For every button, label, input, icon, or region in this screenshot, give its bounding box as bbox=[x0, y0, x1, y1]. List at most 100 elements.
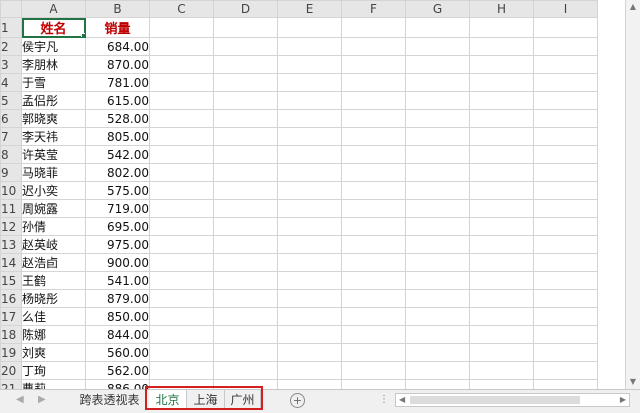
empty-cell[interactable] bbox=[149, 235, 214, 254]
cell-sales[interactable]: 781.00 bbox=[85, 73, 150, 92]
row-header[interactable]: 19 bbox=[0, 343, 22, 362]
sheet-table[interactable]: ABCDEFGHI 1 姓名 销量 2 侯宇凡 684.00 3 李朋林 870.00 4 于… bbox=[0, 0, 598, 389]
empty-cell[interactable] bbox=[149, 17, 214, 38]
prev-sheet-arrow-icon[interactable]: ◀ bbox=[16, 394, 24, 405]
empty-cell[interactable] bbox=[533, 37, 598, 56]
empty-cell[interactable] bbox=[277, 17, 342, 38]
empty-cell[interactable] bbox=[341, 379, 406, 389]
empty-cell[interactable] bbox=[341, 109, 406, 128]
empty-cell[interactable] bbox=[149, 37, 214, 56]
empty-cell[interactable] bbox=[533, 325, 598, 344]
cell-name[interactable]: 么佳 bbox=[21, 307, 86, 326]
empty-cell[interactable] bbox=[149, 109, 214, 128]
cell-name[interactable]: 马晓菲 bbox=[21, 163, 86, 182]
empty-cell[interactable] bbox=[533, 163, 598, 182]
empty-cell[interactable] bbox=[405, 109, 470, 128]
empty-cell[interactable] bbox=[213, 217, 278, 236]
empty-cell[interactable] bbox=[149, 91, 214, 110]
empty-cell[interactable] bbox=[469, 199, 534, 218]
select-all-corner[interactable] bbox=[0, 0, 22, 18]
empty-cell[interactable] bbox=[405, 361, 470, 380]
horizontal-scrollbar[interactable]: ◀ ▶ bbox=[395, 393, 630, 407]
empty-cell[interactable] bbox=[213, 127, 278, 146]
row-header[interactable]: 20 bbox=[0, 361, 22, 380]
empty-cell[interactable] bbox=[149, 307, 214, 326]
empty-cell[interactable] bbox=[149, 217, 214, 236]
empty-cell[interactable] bbox=[469, 271, 534, 290]
empty-cell[interactable] bbox=[533, 17, 598, 38]
cell-sales[interactable]: 879.00 bbox=[85, 289, 150, 308]
empty-cell[interactable] bbox=[213, 289, 278, 308]
row-header[interactable]: 4 bbox=[0, 73, 22, 92]
column-header[interactable]: D bbox=[213, 0, 278, 18]
empty-cell[interactable] bbox=[469, 325, 534, 344]
cell-name[interactable]: 杨晓彤 bbox=[21, 289, 86, 308]
empty-cell[interactable] bbox=[341, 253, 406, 272]
empty-cell[interactable] bbox=[277, 73, 342, 92]
empty-cell[interactable] bbox=[277, 181, 342, 200]
row-header[interactable]: 16 bbox=[0, 289, 22, 308]
empty-cell[interactable] bbox=[213, 37, 278, 56]
empty-cell[interactable] bbox=[533, 253, 598, 272]
empty-cell[interactable] bbox=[405, 73, 470, 92]
empty-cell[interactable] bbox=[341, 217, 406, 236]
empty-cell[interactable] bbox=[277, 379, 342, 389]
cell-name[interactable]: 赵英岐 bbox=[21, 235, 86, 254]
empty-cell[interactable] bbox=[213, 17, 278, 38]
empty-cell[interactable] bbox=[277, 325, 342, 344]
empty-cell[interactable] bbox=[533, 181, 598, 200]
empty-cell[interactable] bbox=[533, 145, 598, 164]
row-header[interactable]: 17 bbox=[0, 307, 22, 326]
empty-cell[interactable] bbox=[341, 307, 406, 326]
cell-name[interactable]: 丁珣 bbox=[21, 361, 86, 380]
empty-cell[interactable] bbox=[277, 199, 342, 218]
empty-cell[interactable] bbox=[405, 127, 470, 146]
cell-sales[interactable]: 870.00 bbox=[85, 55, 150, 74]
empty-cell[interactable] bbox=[149, 145, 214, 164]
empty-cell[interactable] bbox=[277, 253, 342, 272]
empty-cell[interactable] bbox=[277, 109, 342, 128]
empty-cell[interactable] bbox=[469, 379, 534, 389]
column-header[interactable]: A bbox=[21, 0, 86, 18]
row-header[interactable]: 2 bbox=[0, 37, 22, 56]
empty-cell[interactable] bbox=[149, 343, 214, 362]
empty-cell[interactable] bbox=[213, 73, 278, 92]
empty-cell[interactable] bbox=[341, 17, 406, 38]
empty-cell[interactable] bbox=[405, 17, 470, 38]
empty-cell[interactable] bbox=[533, 289, 598, 308]
column-header[interactable]: C bbox=[149, 0, 214, 18]
empty-cell[interactable] bbox=[149, 361, 214, 380]
empty-cell[interactable] bbox=[213, 199, 278, 218]
empty-cell[interactable] bbox=[213, 91, 278, 110]
empty-cell[interactable] bbox=[533, 127, 598, 146]
empty-cell[interactable] bbox=[277, 361, 342, 380]
cell-sales[interactable]: 528.00 bbox=[85, 109, 150, 128]
cell-name[interactable]: 于雪 bbox=[21, 73, 86, 92]
empty-cell[interactable] bbox=[149, 253, 214, 272]
empty-cell[interactable] bbox=[405, 253, 470, 272]
empty-cell[interactable] bbox=[405, 55, 470, 74]
cell-name[interactable]: 王鹤 bbox=[21, 271, 86, 290]
empty-cell[interactable] bbox=[405, 343, 470, 362]
empty-cell[interactable] bbox=[533, 235, 598, 254]
empty-cell[interactable] bbox=[277, 217, 342, 236]
cell-header-name[interactable]: 姓名 bbox=[21, 17, 86, 38]
row-header[interactable]: 11 bbox=[0, 199, 22, 218]
empty-cell[interactable] bbox=[405, 307, 470, 326]
splitter-dots-icon[interactable]: ⋮ bbox=[379, 394, 389, 405]
column-header[interactable]: I bbox=[533, 0, 598, 18]
cell-sales[interactable]: 844.00 bbox=[85, 325, 150, 344]
empty-cell[interactable] bbox=[533, 55, 598, 74]
cell-name[interactable]: 孟侣彤 bbox=[21, 91, 86, 110]
empty-cell[interactable] bbox=[469, 91, 534, 110]
cell-sales[interactable]: 886.00 bbox=[85, 379, 150, 389]
cell-name[interactable]: 陈娜 bbox=[21, 325, 86, 344]
empty-cell[interactable] bbox=[469, 73, 534, 92]
empty-cell[interactable] bbox=[469, 235, 534, 254]
empty-cell[interactable] bbox=[341, 325, 406, 344]
column-header[interactable]: H bbox=[469, 0, 534, 18]
empty-cell[interactable] bbox=[341, 343, 406, 362]
cell-sales[interactable]: 805.00 bbox=[85, 127, 150, 146]
cell-name[interactable]: 郭晓爽 bbox=[21, 109, 86, 128]
cell-sales[interactable]: 575.00 bbox=[85, 181, 150, 200]
